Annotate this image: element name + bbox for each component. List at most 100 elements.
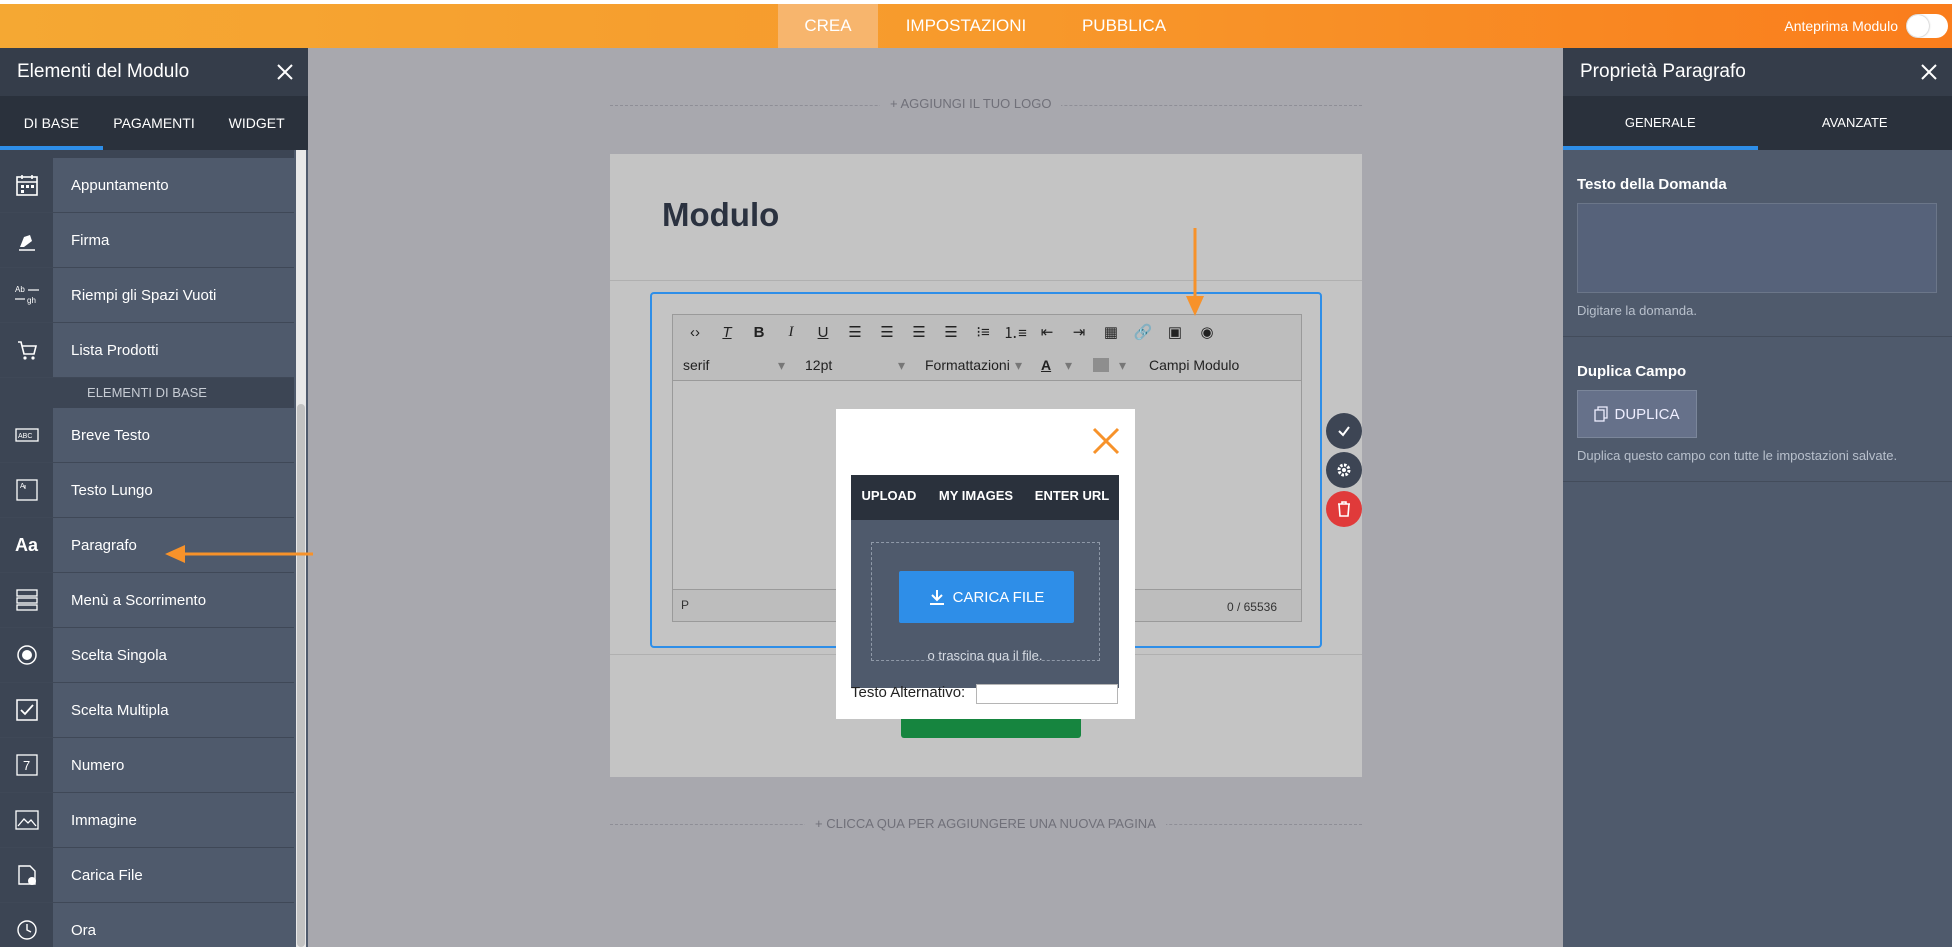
link-icon[interactable]: 🔗 (1127, 319, 1159, 345)
bullet-list-icon[interactable]: ⁝≡ (967, 319, 999, 345)
preview-toggle[interactable] (1906, 14, 1948, 38)
svg-text:A: A (20, 483, 25, 490)
list-item-menu-scorrimento[interactable]: Menù a Scorrimento (0, 573, 294, 628)
add-page-link[interactable]: + CLICCA QUA PER AGGIUNGERE UNA NUOVA PA… (805, 816, 1166, 831)
gear-icon (1337, 463, 1351, 477)
bg-color-icon[interactable] (1093, 358, 1109, 372)
tab-my-images[interactable]: MY IMAGES (927, 475, 1025, 520)
panel-title: Proprietà Paragrafo (1580, 61, 1746, 82)
panel-header: Elementi del Modulo (0, 48, 308, 96)
chevron-down-icon: ▾ (1119, 357, 1127, 373)
svg-text:7: 7 (23, 758, 30, 773)
close-icon[interactable] (276, 63, 294, 81)
properties-panel: Proprietà Paragrafo GENERALE AVANZATE Te… (1563, 48, 1952, 947)
tab-pubblica[interactable]: PUBBLICA (1070, 4, 1178, 48)
list-item-scelta-singola[interactable]: Scelta Singola (0, 628, 294, 683)
clock-icon (0, 903, 53, 947)
list-item-label: Firma (71, 231, 110, 249)
copy-icon (1594, 406, 1609, 422)
settings-button[interactable] (1326, 452, 1362, 488)
alt-text-input[interactable] (976, 684, 1118, 704)
question-label: Testo della Domanda (1577, 176, 1727, 193)
element-path: P (681, 598, 690, 612)
insert-image-icon[interactable]: ▣ (1159, 319, 1191, 345)
numbered-list-icon[interactable]: ⒈≡ (999, 319, 1031, 345)
list-item-label: Breve Testo (71, 426, 150, 444)
list-item-breve-testo[interactable]: ABC Breve Testo (0, 408, 294, 463)
svg-text:gh: gh (27, 296, 36, 305)
drop-zone[interactable]: CARICA FILE (871, 542, 1100, 661)
font-select[interactable]: serif (683, 357, 709, 373)
list-item-carica-file[interactable]: Carica File (0, 848, 294, 903)
list-item-lista-prodotti[interactable]: Lista Prodotti (0, 323, 294, 378)
list-item-testo-lungo[interactable]: A Testo Lungo (0, 463, 294, 518)
add-logo-link[interactable]: + AGGIUNGI IL TUO LOGO (880, 96, 1062, 111)
tab-upload[interactable]: UPLOAD (851, 475, 927, 524)
outdent-icon[interactable]: ⇤ (1031, 319, 1063, 345)
panel-tabs: DI BASE PAGAMENTI WIDGET (0, 96, 308, 150)
annotation-arrow-left-icon (165, 545, 313, 563)
section-header: ELEMENTI DI BASE (0, 378, 294, 408)
tab-widget[interactable]: WIDGET (205, 96, 308, 150)
scrollbar-thumb[interactable] (297, 404, 305, 947)
list-item-label: Ora (71, 921, 97, 939)
list-item-label: Appuntamento (71, 176, 169, 194)
tab-impostazioni[interactable]: IMPOSTAZIONI (892, 4, 1040, 48)
upload-file-button[interactable]: CARICA FILE (899, 571, 1074, 623)
duplicate-section: Duplica Campo DUPLICA Duplica questo cam… (1563, 337, 1952, 482)
tab-crea[interactable]: CREA (778, 4, 878, 48)
list-item-scelta-multipla[interactable]: Scelta Multipla (0, 683, 294, 738)
align-left-icon[interactable]: ☰ (839, 319, 871, 345)
duplicate-hint: Duplica questo campo con tutte le impost… (1577, 448, 1898, 463)
upload-file-label: CARICA FILE (952, 588, 1045, 606)
tab-pagamenti[interactable]: PAGAMENTI (103, 96, 206, 150)
toggle-knob (1907, 15, 1929, 37)
close-icon[interactable] (1092, 427, 1120, 455)
text-color-icon[interactable]: A (1041, 357, 1051, 373)
tab-avanzate[interactable]: AVANZATE (1758, 96, 1952, 150)
list-item-firma[interactable]: Firma (0, 213, 294, 268)
checkbox-icon (0, 683, 53, 737)
clear-format-icon[interactable]: T (711, 319, 743, 345)
align-right-icon[interactable]: ☰ (903, 319, 935, 345)
number-icon: 7 (0, 738, 53, 792)
list-item-immagine[interactable]: Immagine (0, 793, 294, 848)
calendar-icon (0, 158, 53, 212)
image-icon (0, 793, 53, 847)
italic-icon[interactable]: I (775, 319, 807, 345)
source-code-icon[interactable]: ‹› (679, 319, 711, 345)
list-item-label: Menù a Scorrimento (71, 591, 207, 609)
question-textarea[interactable] (1577, 203, 1937, 293)
list-item-riempi[interactable]: Ab gh Riempi gli Spazi Vuoti (0, 268, 294, 323)
list-item-ora[interactable]: Ora (0, 903, 294, 947)
close-icon[interactable] (1920, 63, 1938, 81)
table-icon[interactable]: ▦ (1095, 319, 1127, 345)
preview-eye-icon[interactable]: ◉ (1191, 319, 1223, 345)
list-item-appuntamento[interactable]: Appuntamento (0, 158, 294, 213)
pen-icon (0, 213, 53, 267)
indent-icon[interactable]: ⇥ (1063, 319, 1095, 345)
underline-icon[interactable]: U (807, 319, 839, 345)
tab-di-base[interactable]: DI BASE (0, 96, 103, 150)
properties-tabs: GENERALE AVANZATE (1563, 96, 1952, 150)
size-select[interactable]: 12pt (805, 357, 832, 373)
panel-title: Elementi del Modulo (17, 61, 190, 82)
duplicate-button[interactable]: DUPLICA (1577, 390, 1697, 438)
confirm-button[interactable] (1326, 413, 1362, 449)
list-item-numero[interactable]: 7 Numero (0, 738, 294, 793)
question-section: Testo della Domanda Digitare la domanda. (1563, 150, 1952, 337)
delete-button[interactable] (1326, 491, 1362, 527)
list-item-label: Carica File (71, 866, 143, 884)
form-title[interactable]: Modulo (662, 196, 779, 234)
align-center-icon[interactable]: ☰ (871, 319, 903, 345)
duplicate-title: Duplica Campo (1577, 363, 1687, 380)
tab-generale[interactable]: GENERALE (1563, 96, 1758, 150)
form-fields-select[interactable]: Campi Modulo (1149, 357, 1239, 373)
align-justify-icon[interactable]: ☰ (935, 319, 967, 345)
alt-text-label: Testo Alternativo: (851, 684, 966, 701)
formats-select[interactable]: Formattazioni (925, 357, 1010, 373)
tab-enter-url[interactable]: ENTER URL (1025, 475, 1119, 520)
fill-blanks-icon: Ab gh (0, 268, 53, 322)
bold-icon[interactable]: B (743, 319, 775, 345)
editor-format-bar: serif ▾ 12pt ▾ Formattazioni ▾ A ▾ ▾ Cam… (673, 349, 1301, 381)
